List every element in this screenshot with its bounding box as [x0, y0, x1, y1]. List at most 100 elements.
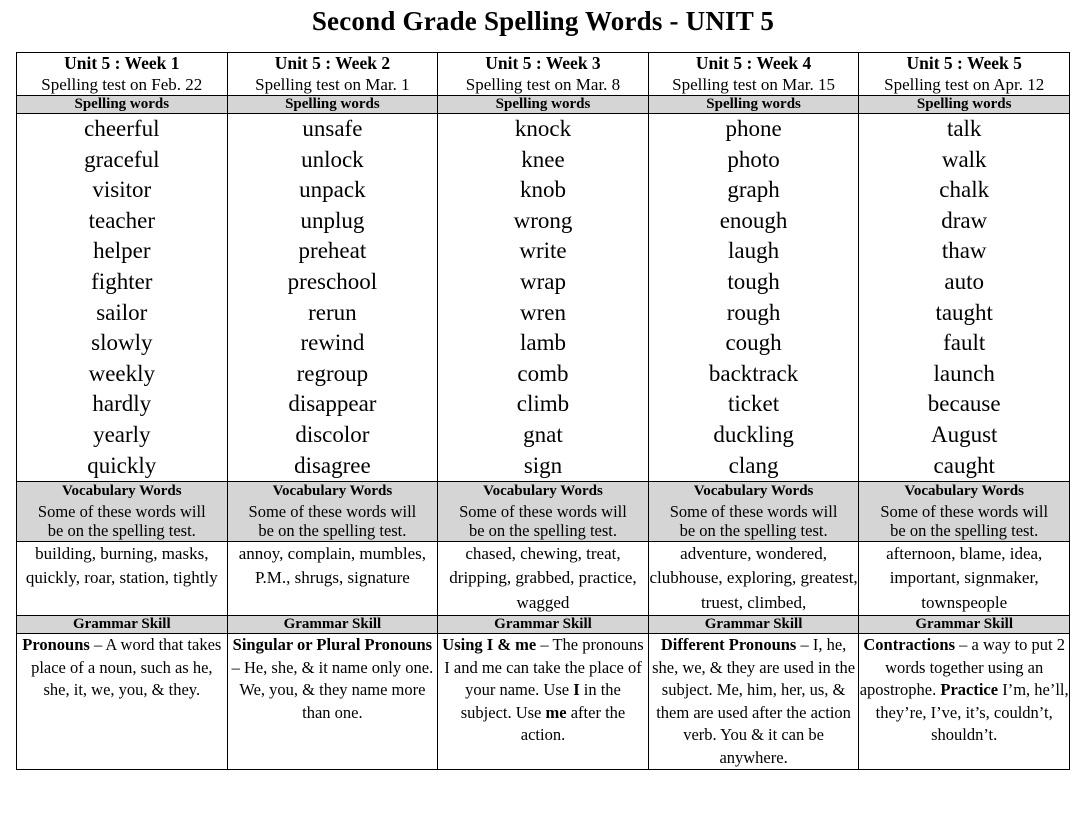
vocabulary-sub-line1-3: Some of these words will: [459, 501, 627, 521]
spelling-word: chalk: [939, 177, 990, 203]
vocabulary-band-5: Vocabulary Words Some of these words wil…: [858, 481, 1070, 542]
vocabulary-sub-line2-2: be on the spelling test.: [258, 521, 407, 541]
grammar-text-row: Pronouns – A word that takes place of a …: [16, 633, 1070, 771]
spelling-word: graceful: [84, 146, 160, 172]
spelling-word: fighter: [91, 268, 153, 294]
spelling-word: walk: [941, 146, 987, 172]
grammar-body-text: – I, he, she, we, & they are used in the…: [652, 635, 856, 767]
vocabulary-words-3: chased, chewing, treat, dripping, grabbe…: [437, 540, 649, 617]
vocabulary-sub-line1-1: Some of these words will: [37, 501, 206, 521]
week-test-date-3: Spelling test on Mar. 8: [465, 75, 621, 94]
vocabulary-words-4: adventure, wondered, clubhouse, explorin…: [647, 540, 860, 617]
spelling-words-list-5: talk walk chalk draw thaw auto taught fault laun…: [858, 112, 1070, 483]
spelling-words-band-1: Spelling words: [16, 95, 228, 114]
spelling-word: launch: [933, 360, 995, 386]
spelling-word: cheerful: [84, 116, 160, 141]
spelling-word: laugh: [728, 238, 780, 264]
spelling-word: tough: [727, 268, 780, 294]
spelling-word: because: [927, 391, 1001, 417]
spelling-words-band-row: Spelling words Spelling words Spelling w…: [16, 95, 1070, 114]
grammar-bold-term: Contractions: [863, 635, 956, 655]
grammar-band-2: Grammar Skill: [226, 615, 439, 635]
spelling-word: knob: [519, 177, 566, 203]
vocabulary-sub-line2-4: be on the spelling test.: [679, 521, 828, 541]
spelling-word: slowly: [91, 330, 153, 356]
week-test-date-1: Spelling test on Feb. 22: [41, 75, 203, 94]
spelling-words-band-4: Spelling words: [647, 95, 860, 114]
spelling-word: write: [519, 238, 567, 264]
vocabulary-sub-line1-2: Some of these words will: [248, 501, 417, 521]
grammar-band-5: Grammar Skill: [858, 615, 1070, 635]
vocabulary-title-5: Vocabulary Words: [904, 483, 1024, 500]
spelling-word: ticket: [728, 391, 780, 417]
spelling-word: visitor: [92, 177, 152, 203]
spelling-word: weekly: [88, 360, 155, 386]
vocabulary-sub-line2-1: be on the spelling test.: [47, 521, 196, 541]
grammar-bold-term: Singular or Plural Pronouns: [232, 635, 433, 655]
spelling-word: lamb: [519, 330, 566, 356]
spelling-word: rerun: [308, 299, 357, 325]
spelling-word: phone: [725, 116, 782, 141]
week-title-5: Unit 5 : Week 5: [906, 53, 1022, 73]
grammar-band-3: Grammar Skill: [437, 615, 649, 635]
vocabulary-band-2: Vocabulary Words Some of these words wil…: [226, 481, 439, 542]
grammar-text-3: Using I & me – The pronouns I and me can…: [437, 633, 649, 771]
spelling-word: unpack: [299, 177, 366, 203]
week-header-row: Unit 5 : Week 1 Spelling test on Feb. 22…: [16, 52, 1070, 96]
spelling-word: knee: [521, 146, 565, 172]
grammar-band-1: Grammar Skill: [16, 615, 228, 635]
spelling-word: regroup: [296, 360, 369, 386]
spelling-word: duckling: [713, 421, 794, 447]
spelling-word: enough: [719, 207, 788, 233]
spelling-words-band-5: Spelling words: [858, 95, 1070, 114]
spelling-word: teacher: [88, 207, 155, 233]
spelling-word: gnat: [523, 421, 563, 447]
spelling-word: thaw: [941, 238, 987, 264]
grammar-text-1: Pronouns – A word that takes place of a …: [16, 633, 228, 771]
week-test-date-5: Spelling test on Apr. 12: [884, 75, 1045, 94]
week-test-date-4: Spelling test on Mar. 15: [672, 75, 836, 94]
spelling-word: comb: [517, 360, 569, 386]
vocabulary-sub-line2-3: be on the spelling test.: [468, 521, 617, 541]
vocabulary-sub-line2-5: be on the spelling test.: [890, 521, 1039, 541]
grammar-bold-term: Different Pronouns: [660, 635, 797, 655]
spelling-word: disagree: [294, 452, 371, 478]
grammar-bold-term: Practice: [940, 680, 999, 700]
spelling-word: cough: [725, 330, 782, 356]
spelling-word: unsafe: [302, 116, 363, 141]
week-header-cell-1: Unit 5 : Week 1 Spelling test on Feb. 22: [16, 52, 228, 96]
spelling-word: rough: [726, 299, 781, 325]
spelling-word: caught: [933, 452, 995, 478]
vocabulary-title-2: Vocabulary Words: [272, 483, 393, 500]
vocabulary-title-3: Vocabulary Words: [483, 483, 603, 500]
grammar-text-5: Contractions – a way to put 2 words toge…: [858, 633, 1070, 771]
spelling-word: preschool: [287, 268, 378, 294]
spelling-word: photo: [727, 146, 780, 172]
week-header-cell-2: Unit 5 : Week 2 Spelling test on Mar. 1: [226, 52, 439, 96]
spelling-word: sign: [523, 452, 563, 478]
spelling-words-list-4: phone photo graph enough laugh tough rough coug…: [647, 112, 860, 483]
vocabulary-band-4: Vocabulary Words Some of these words wil…: [647, 481, 860, 542]
spelling-word: graph: [727, 177, 780, 203]
vocabulary-words-row: building, burning, masks, quickly, roar,…: [16, 540, 1070, 617]
week-title-3: Unit 5 : Week 3: [485, 53, 601, 73]
vocabulary-band-1: Vocabulary Words Some of these words wil…: [16, 481, 228, 542]
grammar-band-4: Grammar Skill: [647, 615, 860, 635]
spelling-words-list-1: cheerful graceful visitor teacher helper figh…: [16, 112, 228, 483]
week-title-1: Unit 5 : Week 1: [64, 53, 180, 73]
grammar-body-text: – He, she, & it name only one. We, you, …: [231, 657, 434, 722]
spelling-word: hardly: [92, 391, 152, 417]
vocabulary-sub-line1-4: Some of these words will: [669, 501, 838, 521]
vocabulary-title-4: Vocabulary Words: [693, 483, 814, 500]
spelling-word: rewind: [300, 330, 365, 356]
spelling-word: yearly: [93, 421, 151, 447]
spelling-word: wrap: [519, 268, 566, 294]
week-title-2: Unit 5 : Week 2: [274, 53, 391, 73]
spelling-word: wren: [519, 299, 566, 325]
spelling-word: unplug: [300, 207, 365, 233]
week-header-cell-5: Unit 5 : Week 5 Spelling test on Apr. 12: [858, 52, 1070, 96]
week-title-4: Unit 5 : Week 4: [695, 53, 812, 73]
spelling-word: taught: [935, 299, 993, 325]
week-header-cell-4: Unit 5 : Week 4 Spelling test on Mar. 15: [647, 52, 860, 96]
grammar-band-row: Grammar Skill Grammar Skill Grammar Skil…: [16, 615, 1070, 635]
